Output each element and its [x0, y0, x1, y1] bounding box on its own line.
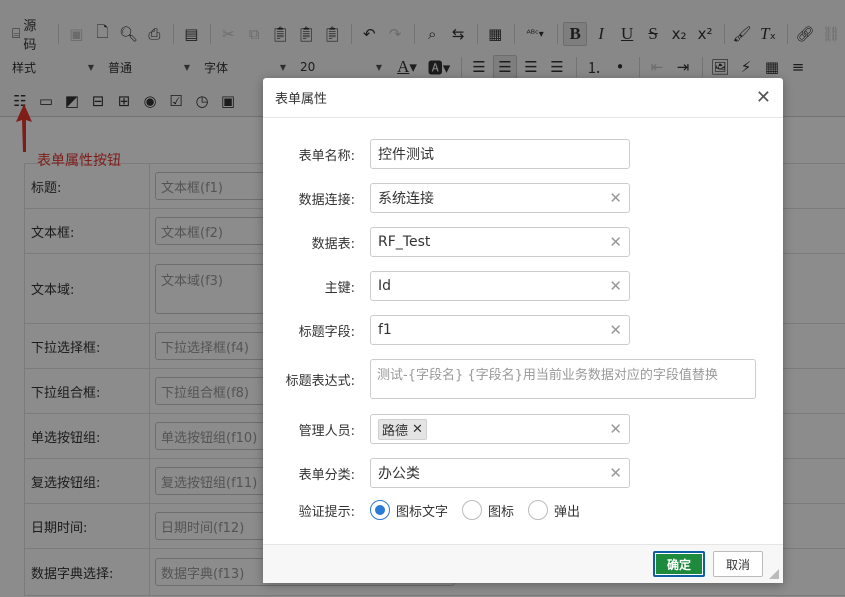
field-row-form-name: 表单名称: 控件测试 — [263, 139, 783, 169]
form-properties-dialog: 表单属性 ✕ 表单名称: 控件测试 数据连接: 系统连接 ✕ 数据表: RF_T… — [263, 78, 783, 583]
dialog-footer: 确定 取消 — [263, 544, 783, 583]
radio-unchecked-icon — [528, 500, 549, 520]
primary-key-value: Id — [378, 278, 392, 294]
clear-icon[interactable]: ✕ — [609, 420, 622, 438]
dialog-header: 表单属性 ✕ — [263, 78, 783, 118]
dialog-title: 表单属性 — [275, 92, 328, 107]
radio-label: 图标 — [488, 504, 515, 520]
title-field-value: f1 — [378, 322, 392, 338]
resize-handle-icon[interactable] — [769, 569, 779, 579]
form-name-value: 控件测试 — [378, 147, 434, 163]
clear-icon[interactable]: ✕ — [609, 233, 622, 251]
field-row-title-expr: 标题表达式: 测试-{字段名} {字段名}用当前业务数据对应的字段值替换 — [263, 359, 783, 399]
radio-icon-text[interactable]: 图标文字 — [370, 500, 448, 520]
tag-remove-icon[interactable]: ✕ — [412, 422, 423, 437]
primary-key-label: 主键: — [324, 280, 355, 296]
category-value: 办公类 — [378, 466, 420, 482]
radio-label: 弹出 — [554, 504, 581, 520]
field-row-title-field: 标题字段: f1 ✕ — [263, 315, 783, 345]
category-label: 表单分类: — [298, 467, 355, 483]
clear-icon[interactable]: ✕ — [609, 277, 622, 295]
table-label: 数据表: — [311, 236, 355, 252]
radio-unchecked-icon — [462, 500, 483, 520]
field-row-category: 表单分类: 办公类 ✕ — [263, 458, 783, 488]
validation-label: 验证提示: — [298, 504, 355, 520]
close-icon[interactable]: ✕ — [756, 87, 771, 108]
field-row-connection: 数据连接: 系统连接 ✕ — [263, 183, 783, 213]
manager-tag: 路德 ✕ — [378, 418, 427, 440]
cancel-button[interactable]: 取消 — [712, 551, 763, 577]
clear-icon[interactable]: ✕ — [609, 321, 622, 339]
form-name-input[interactable]: 控件测试 — [370, 139, 630, 169]
connection-select[interactable]: 系统连接 ✕ — [370, 183, 630, 213]
radio-checked-icon — [370, 500, 390, 520]
clear-icon[interactable]: ✕ — [609, 189, 622, 207]
radio-popup[interactable]: 弹出 — [528, 500, 580, 520]
title-field-select[interactable]: f1 ✕ — [370, 315, 630, 345]
table-select[interactable]: RF_Test ✕ — [370, 227, 630, 257]
connection-value: 系统连接 — [378, 191, 434, 207]
clear-icon[interactable]: ✕ — [609, 464, 622, 482]
connection-label: 数据连接: — [298, 192, 355, 208]
field-row-managers: 管理人员: 路德 ✕ ✕ — [263, 414, 783, 444]
field-row-primary-key: 主键: Id ✕ — [263, 271, 783, 301]
managers-select[interactable]: 路德 ✕ ✕ — [370, 414, 630, 444]
managers-label: 管理人员: — [298, 423, 355, 439]
dialog-body: 表单名称: 控件测试 数据连接: 系统连接 ✕ 数据表: RF_Test ✕ 主… — [263, 119, 783, 543]
category-select[interactable]: 办公类 ✕ — [370, 458, 630, 488]
table-value: RF_Test — [378, 234, 431, 250]
manager-tag-label: 路德 — [382, 423, 409, 439]
field-row-table: 数据表: RF_Test ✕ — [263, 227, 783, 257]
confirm-button[interactable]: 确定 — [652, 551, 705, 577]
validation-radio-group: 图标文字 图标 弹出 — [370, 500, 594, 520]
primary-key-select[interactable]: Id ✕ — [370, 271, 630, 301]
title-expr-textarea[interactable]: 测试-{字段名} {字段名}用当前业务数据对应的字段值替换 — [370, 359, 756, 399]
form-name-label: 表单名称: — [298, 148, 355, 164]
field-row-validation: 验证提示: 图标文字 图标 弹出 — [263, 500, 783, 520]
title-field-label: 标题字段: — [298, 324, 355, 340]
radio-label: 图标文字 — [396, 504, 449, 520]
title-expr-label: 标题表达式: — [285, 373, 355, 389]
radio-icon[interactable]: 图标 — [462, 500, 514, 520]
